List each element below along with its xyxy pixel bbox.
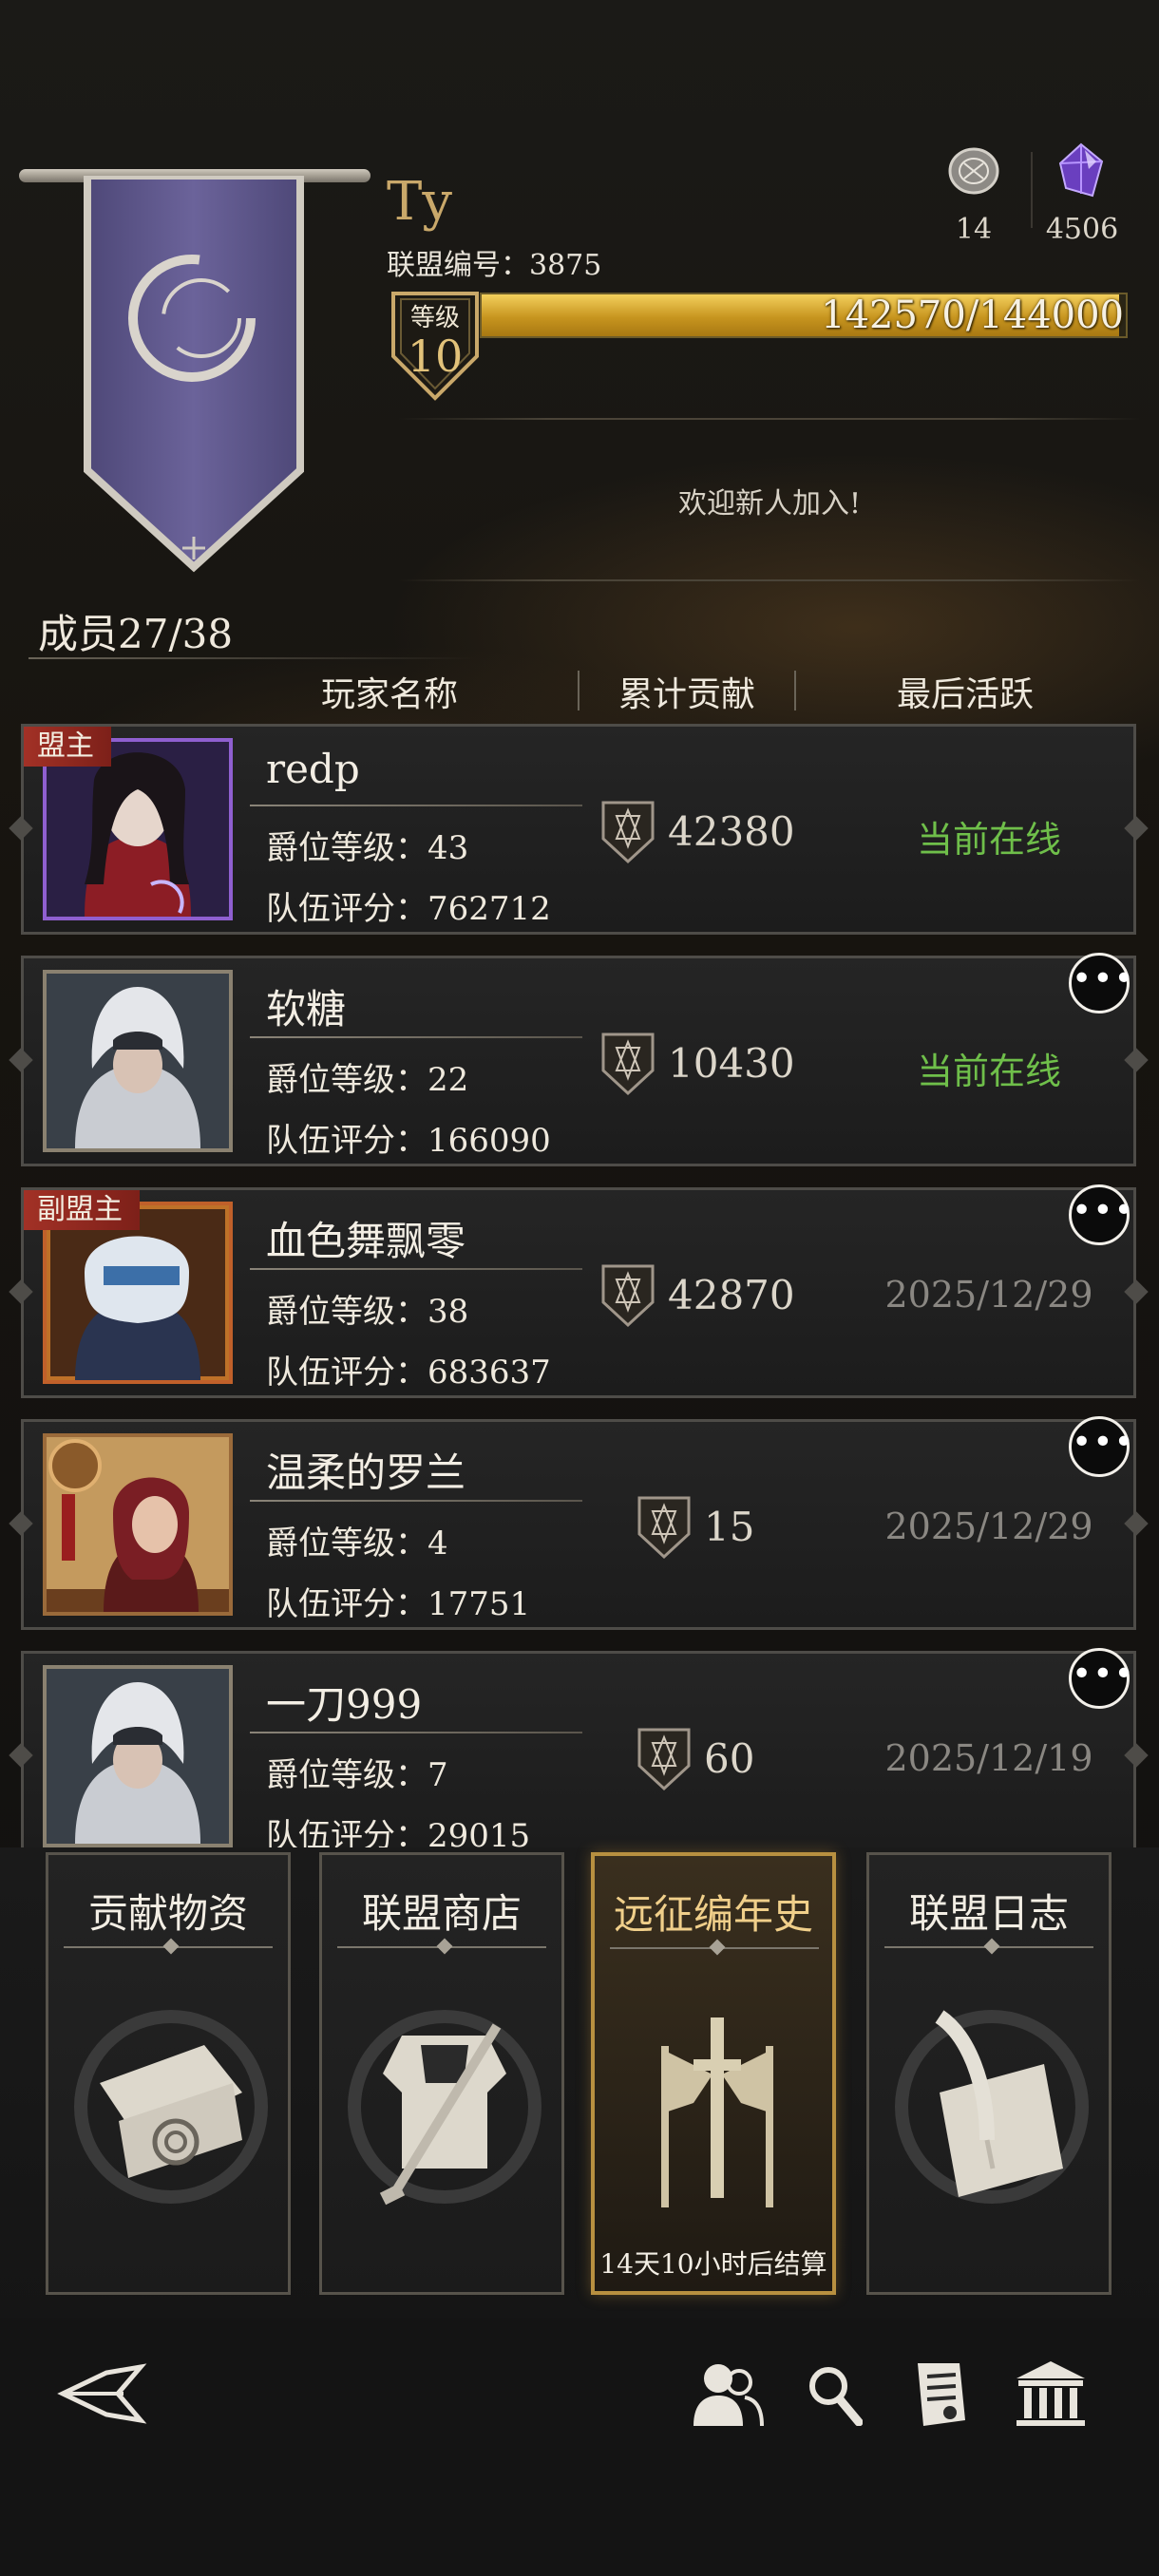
card-title: 联盟日志 — [908, 1890, 1069, 1937]
level-label: 等级 — [410, 304, 460, 332]
contribution-value: 10430 — [668, 1040, 795, 1087]
guild-name: Ty — [387, 171, 452, 233]
exp-text: 142570/144000 — [821, 294, 1124, 337]
divider-ornament — [436, 1938, 453, 1955]
more-options-button[interactable]: ••• — [1069, 1648, 1134, 1709]
contribution-icon — [601, 1264, 655, 1328]
members-icon[interactable] — [690, 2359, 764, 2428]
bottom-navigation — [0, 2318, 1159, 2576]
card-contribute-supplies[interactable]: 贡献物资 — [46, 1852, 291, 2295]
column-header-name[interactable]: 玩家名称 — [285, 667, 494, 716]
card-title: 贡献物资 — [87, 1890, 248, 1937]
armor-sword-icon — [348, 2010, 542, 2206]
role-badge-leader: 盟主 — [24, 727, 111, 767]
avatar-portrait — [47, 974, 229, 1148]
contribution-value: 60 — [704, 1735, 755, 1782]
contribution-icon — [637, 1728, 691, 1791]
scroll-icon — [74, 2010, 268, 2204]
contribution-value: 15 — [704, 1504, 755, 1550]
member-row[interactable]: ••• 软糖 爵位等级：22 队伍评分：166090 10430 当前在线 — [9, 953, 1149, 1166]
player-name: 温柔的罗兰 — [266, 1449, 466, 1496]
divider — [399, 579, 1140, 581]
divider-ornament — [162, 1938, 180, 1955]
player-name: redp — [266, 746, 360, 792]
player-name: 软糖 — [266, 986, 347, 1032]
last-active: 2025/12/29 — [884, 1274, 1093, 1316]
crystal-count: 4506 — [1045, 213, 1119, 246]
card-guild-shop[interactable]: 联盟商店 — [319, 1852, 564, 2295]
member-row[interactable]: ••• 温柔的罗兰 爵位等级：4 队伍评分：17751 15 2025/12/2… — [9, 1416, 1149, 1630]
column-header-last-active[interactable]: 最后活跃 — [813, 667, 1117, 716]
banners-sword-icon — [661, 2017, 773, 2207]
guild-notice[interactable]: 欢迎新人加入! — [399, 480, 1140, 521]
back-icon[interactable] — [57, 2359, 148, 2426]
divider — [250, 1036, 582, 1038]
player-rank: 爵位等级：7 — [266, 1756, 448, 1794]
player-rank: 爵位等级：38 — [266, 1293, 469, 1331]
divider — [399, 418, 1140, 420]
avatar-portrait — [47, 1669, 229, 1844]
team-score: 队伍评分：166090 — [266, 1122, 551, 1160]
contribution-icon — [601, 801, 655, 864]
column-separator — [578, 671, 580, 710]
divider — [250, 805, 582, 806]
column-header-contribution[interactable]: 累计贡献 — [587, 667, 787, 716]
avatar[interactable] — [43, 970, 233, 1152]
divider — [28, 657, 475, 659]
coin-icon[interactable] — [945, 142, 1002, 199]
avatar[interactable] — [43, 1665, 233, 1847]
divider — [250, 1500, 582, 1502]
more-options-button[interactable]: ••• — [1069, 953, 1134, 1013]
divider-ornament — [983, 1938, 1000, 1955]
team-score: 队伍评分：762712 — [266, 890, 551, 928]
more-options-button[interactable]: ••• — [1069, 1184, 1134, 1245]
guild-hall-icon[interactable] — [1015, 2359, 1087, 2428]
guild-id: 联盟编号：3875 — [387, 249, 602, 282]
guild-banner-emblem[interactable] — [82, 176, 306, 575]
member-row[interactable]: 副盟主 ••• 血色舞飘零 爵位等级：38 队伍评分：683637 42870 … — [9, 1184, 1149, 1398]
last-active: 2025/12/29 — [884, 1506, 1093, 1547]
card-title: 联盟商店 — [361, 1890, 522, 1937]
guild-level-badge: 等级 10 — [391, 292, 479, 401]
level-value: 10 — [408, 331, 464, 382]
team-score: 队伍评分：683637 — [266, 1354, 551, 1392]
column-separator — [794, 671, 796, 710]
more-options-button[interactable]: ••• — [1069, 1416, 1134, 1477]
role-badge-vice-leader: 副盟主 — [24, 1190, 140, 1230]
player-rank: 爵位等级：22 — [266, 1061, 469, 1099]
divider — [250, 1268, 582, 1270]
avatar[interactable] — [43, 1433, 233, 1616]
last-active: 当前在线 — [916, 819, 1061, 861]
avatar-portrait — [47, 1205, 229, 1380]
guild-exp-bar: 142570/144000 — [480, 293, 1128, 338]
card-title: 远征编年史 — [613, 1891, 813, 1938]
settlement-countdown: 14天10小时后结算 — [599, 2248, 827, 2280]
coin-count: 14 — [955, 213, 993, 246]
card-expedition-chronicle[interactable]: 远征编年史 14天10小时后结算 — [591, 1852, 836, 2295]
avatar-portrait — [47, 1437, 229, 1612]
player-name: 血色舞飘零 — [266, 1218, 466, 1264]
contribution-value: 42870 — [668, 1272, 795, 1318]
contribution-icon — [601, 1032, 655, 1096]
member-count: 成员27/38 — [38, 611, 234, 657]
last-active: 2025/12/19 — [884, 1737, 1093, 1779]
divider-ornament — [709, 1939, 726, 1956]
member-row[interactable]: 盟主 redp 爵位等级：43 队伍评分：762712 42380 当前在线 — [9, 724, 1149, 935]
card-guild-log[interactable]: 联盟日志 — [866, 1852, 1112, 2295]
avatar-portrait — [47, 742, 229, 917]
contribution-icon — [637, 1496, 691, 1560]
search-icon[interactable] — [806, 2363, 863, 2426]
document-icon[interactable] — [912, 2359, 971, 2430]
quill-scroll-icon — [895, 2010, 1089, 2204]
contribution-value: 42380 — [668, 808, 795, 855]
crystal-icon[interactable] — [1053, 141, 1110, 201]
team-score: 队伍评分：17751 — [266, 1585, 531, 1623]
player-name: 一刀999 — [266, 1681, 423, 1728]
player-rank: 爵位等级：4 — [266, 1525, 448, 1563]
member-row[interactable]: ••• 一刀999 爵位等级：7 队伍评分：29015 60 2025/12/1… — [9, 1648, 1149, 1855]
divider — [250, 1732, 582, 1733]
player-rank: 爵位等级：43 — [266, 829, 469, 867]
last-active: 当前在线 — [916, 1051, 1061, 1092]
